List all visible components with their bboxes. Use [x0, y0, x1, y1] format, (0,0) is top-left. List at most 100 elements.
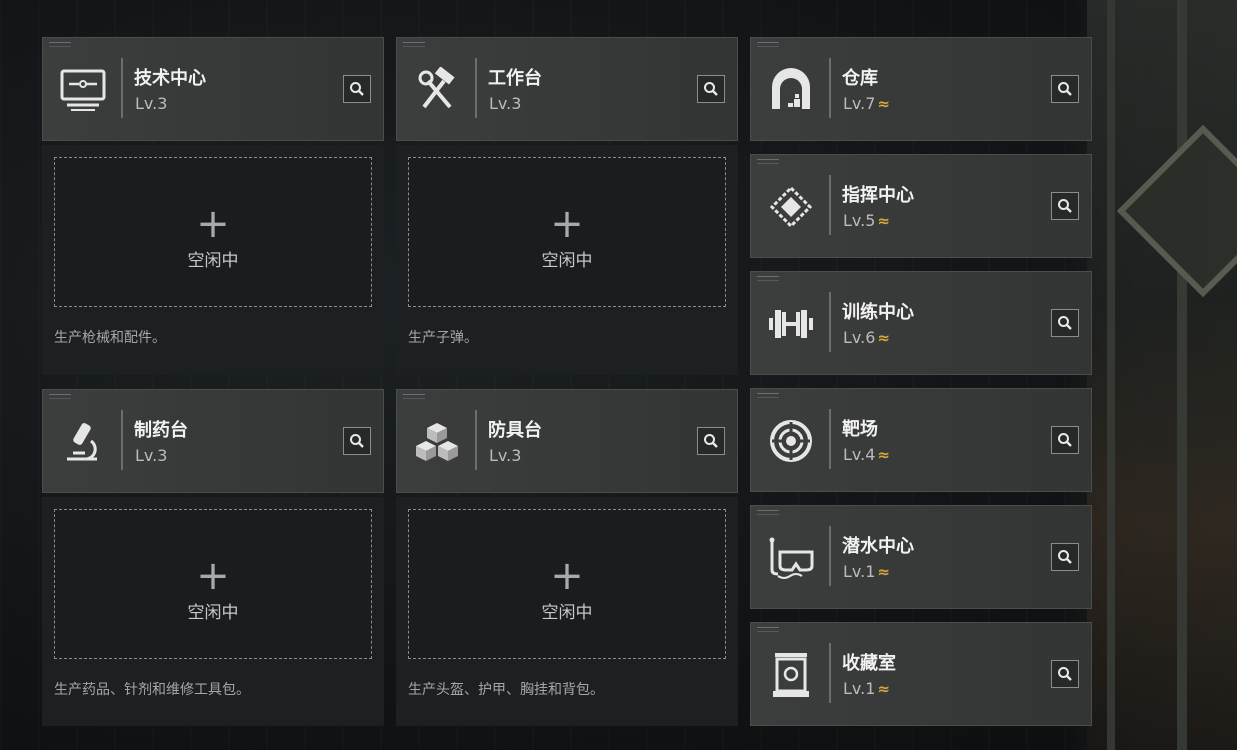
slot-description: 生产枪械和配件。	[54, 330, 166, 346]
facility-level: Lv.3	[489, 446, 522, 465]
facility-card-workbench[interactable]: 工作台 Lv.3	[396, 37, 738, 141]
facility-name: 指挥中心	[842, 185, 914, 206]
facility-card-tech-center[interactable]: 技术中心 Lv.3	[42, 37, 384, 141]
card-marker	[49, 42, 71, 47]
production-slot-tech-center[interactable]: + 空闲中 生产枪械和配件。	[42, 145, 384, 375]
slot-status: 空闲中	[187, 603, 239, 623]
slot-description: 生产药品、针剂和维修工具包。	[54, 682, 250, 698]
facility-card-armor-bench[interactable]: 防具台 Lv.3	[396, 389, 738, 493]
add-icon: +	[550, 201, 584, 247]
card-marker	[757, 159, 779, 164]
empty-slot-frame[interactable]: + 空闲中	[54, 509, 372, 659]
background-structure	[1087, 0, 1237, 750]
facility-level: Lv.3	[489, 94, 522, 113]
upgrade-arrow-icon: ≈	[877, 563, 890, 581]
search-button[interactable]	[343, 427, 371, 455]
facility-name: 收藏室	[842, 653, 896, 674]
facility-level: Lv.1 ≈	[843, 562, 890, 581]
card-divider	[121, 58, 123, 118]
card-marker	[757, 510, 779, 515]
card-marker	[757, 393, 779, 398]
dumbbell-icon	[765, 298, 817, 350]
card-divider	[829, 175, 831, 235]
facility-level: Lv.7 ≈	[843, 94, 890, 113]
facility-card-storage[interactable]: 仓库 Lv.7 ≈	[750, 37, 1092, 141]
add-icon: +	[196, 201, 230, 247]
target-icon	[765, 415, 817, 467]
hammer-wrench-icon	[411, 64, 463, 116]
card-divider	[475, 410, 477, 470]
command-chip-icon	[765, 181, 817, 233]
upgrade-arrow-icon: ≈	[877, 95, 890, 113]
display-case-icon	[765, 649, 817, 701]
slot-description: 生产头盔、护甲、胸挂和背包。	[408, 682, 604, 698]
facility-name: 制药台	[134, 420, 188, 441]
search-button[interactable]	[1051, 75, 1079, 103]
card-marker	[757, 276, 779, 281]
card-marker	[757, 42, 779, 47]
search-button[interactable]	[1051, 660, 1079, 688]
upgrade-arrow-icon: ≈	[877, 446, 890, 464]
facility-name: 防具台	[488, 420, 542, 441]
facility-level: Lv.4 ≈	[843, 445, 890, 464]
microscope-icon	[57, 416, 109, 468]
magnifier-icon	[704, 82, 718, 96]
card-divider	[829, 409, 831, 469]
search-button[interactable]	[1051, 543, 1079, 571]
production-slot-armor-bench[interactable]: + 空闲中 生产头盔、护甲、胸挂和背包。	[396, 497, 738, 726]
magnifier-icon	[1058, 199, 1072, 213]
magnifier-icon	[1058, 550, 1072, 564]
facility-level: Lv.1 ≈	[843, 679, 890, 698]
storage-arch-icon	[765, 64, 817, 116]
empty-slot-frame[interactable]: + 空闲中	[408, 157, 726, 307]
facility-card-training-center[interactable]: 训练中心 Lv.6 ≈	[750, 271, 1092, 375]
facility-level: Lv.5 ≈	[843, 211, 890, 230]
facility-card-shooting-range[interactable]: 靶场 Lv.4 ≈	[750, 388, 1092, 492]
search-button[interactable]	[1051, 309, 1079, 337]
empty-slot-frame[interactable]: + 空闲中	[54, 157, 372, 307]
magnifier-icon	[704, 434, 718, 448]
search-button[interactable]	[343, 75, 371, 103]
slot-status: 空闲中	[541, 251, 593, 271]
diving-mask-icon	[765, 532, 817, 584]
facility-level: Lv.3	[135, 94, 168, 113]
slot-status: 空闲中	[187, 251, 239, 271]
search-button[interactable]	[697, 427, 725, 455]
facility-name: 技术中心	[134, 68, 206, 89]
card-divider	[829, 292, 831, 352]
facility-level: Lv.6 ≈	[843, 328, 890, 347]
magnifier-icon	[1058, 433, 1072, 447]
computer-icon	[57, 64, 109, 116]
search-button[interactable]	[697, 75, 725, 103]
facility-name: 仓库	[842, 68, 878, 89]
magnifier-icon	[1058, 82, 1072, 96]
cubes-icon	[411, 416, 463, 468]
card-marker	[403, 394, 425, 399]
search-button[interactable]	[1051, 426, 1079, 454]
slot-description: 生产子弹。	[408, 330, 478, 346]
card-divider	[829, 58, 831, 118]
magnifier-icon	[350, 82, 364, 96]
card-divider	[829, 643, 831, 703]
card-marker	[757, 627, 779, 632]
empty-slot-frame[interactable]: + 空闲中	[408, 509, 726, 659]
card-divider	[829, 526, 831, 586]
upgrade-arrow-icon: ≈	[877, 680, 890, 698]
magnifier-icon	[1058, 316, 1072, 330]
add-icon: +	[196, 553, 230, 599]
facility-card-pharmacy[interactable]: 制药台 Lv.3	[42, 389, 384, 493]
facility-card-collection-room[interactable]: 收藏室 Lv.1 ≈	[750, 622, 1092, 726]
production-slot-pharmacy[interactable]: + 空闲中 生产药品、针剂和维修工具包。	[42, 497, 384, 726]
search-button[interactable]	[1051, 192, 1079, 220]
upgrade-arrow-icon: ≈	[877, 212, 890, 230]
facility-name: 靶场	[842, 419, 878, 440]
magnifier-icon	[1058, 667, 1072, 681]
production-slot-workbench[interactable]: + 空闲中 生产子弹。	[396, 145, 738, 375]
magnifier-icon	[350, 434, 364, 448]
card-marker	[49, 394, 71, 399]
facility-card-diving-center[interactable]: 潜水中心 Lv.1 ≈	[750, 505, 1092, 609]
slot-status: 空闲中	[541, 603, 593, 623]
facility-name: 训练中心	[842, 302, 914, 323]
facility-name: 工作台	[488, 68, 542, 89]
facility-card-command-center[interactable]: 指挥中心 Lv.5 ≈	[750, 154, 1092, 258]
